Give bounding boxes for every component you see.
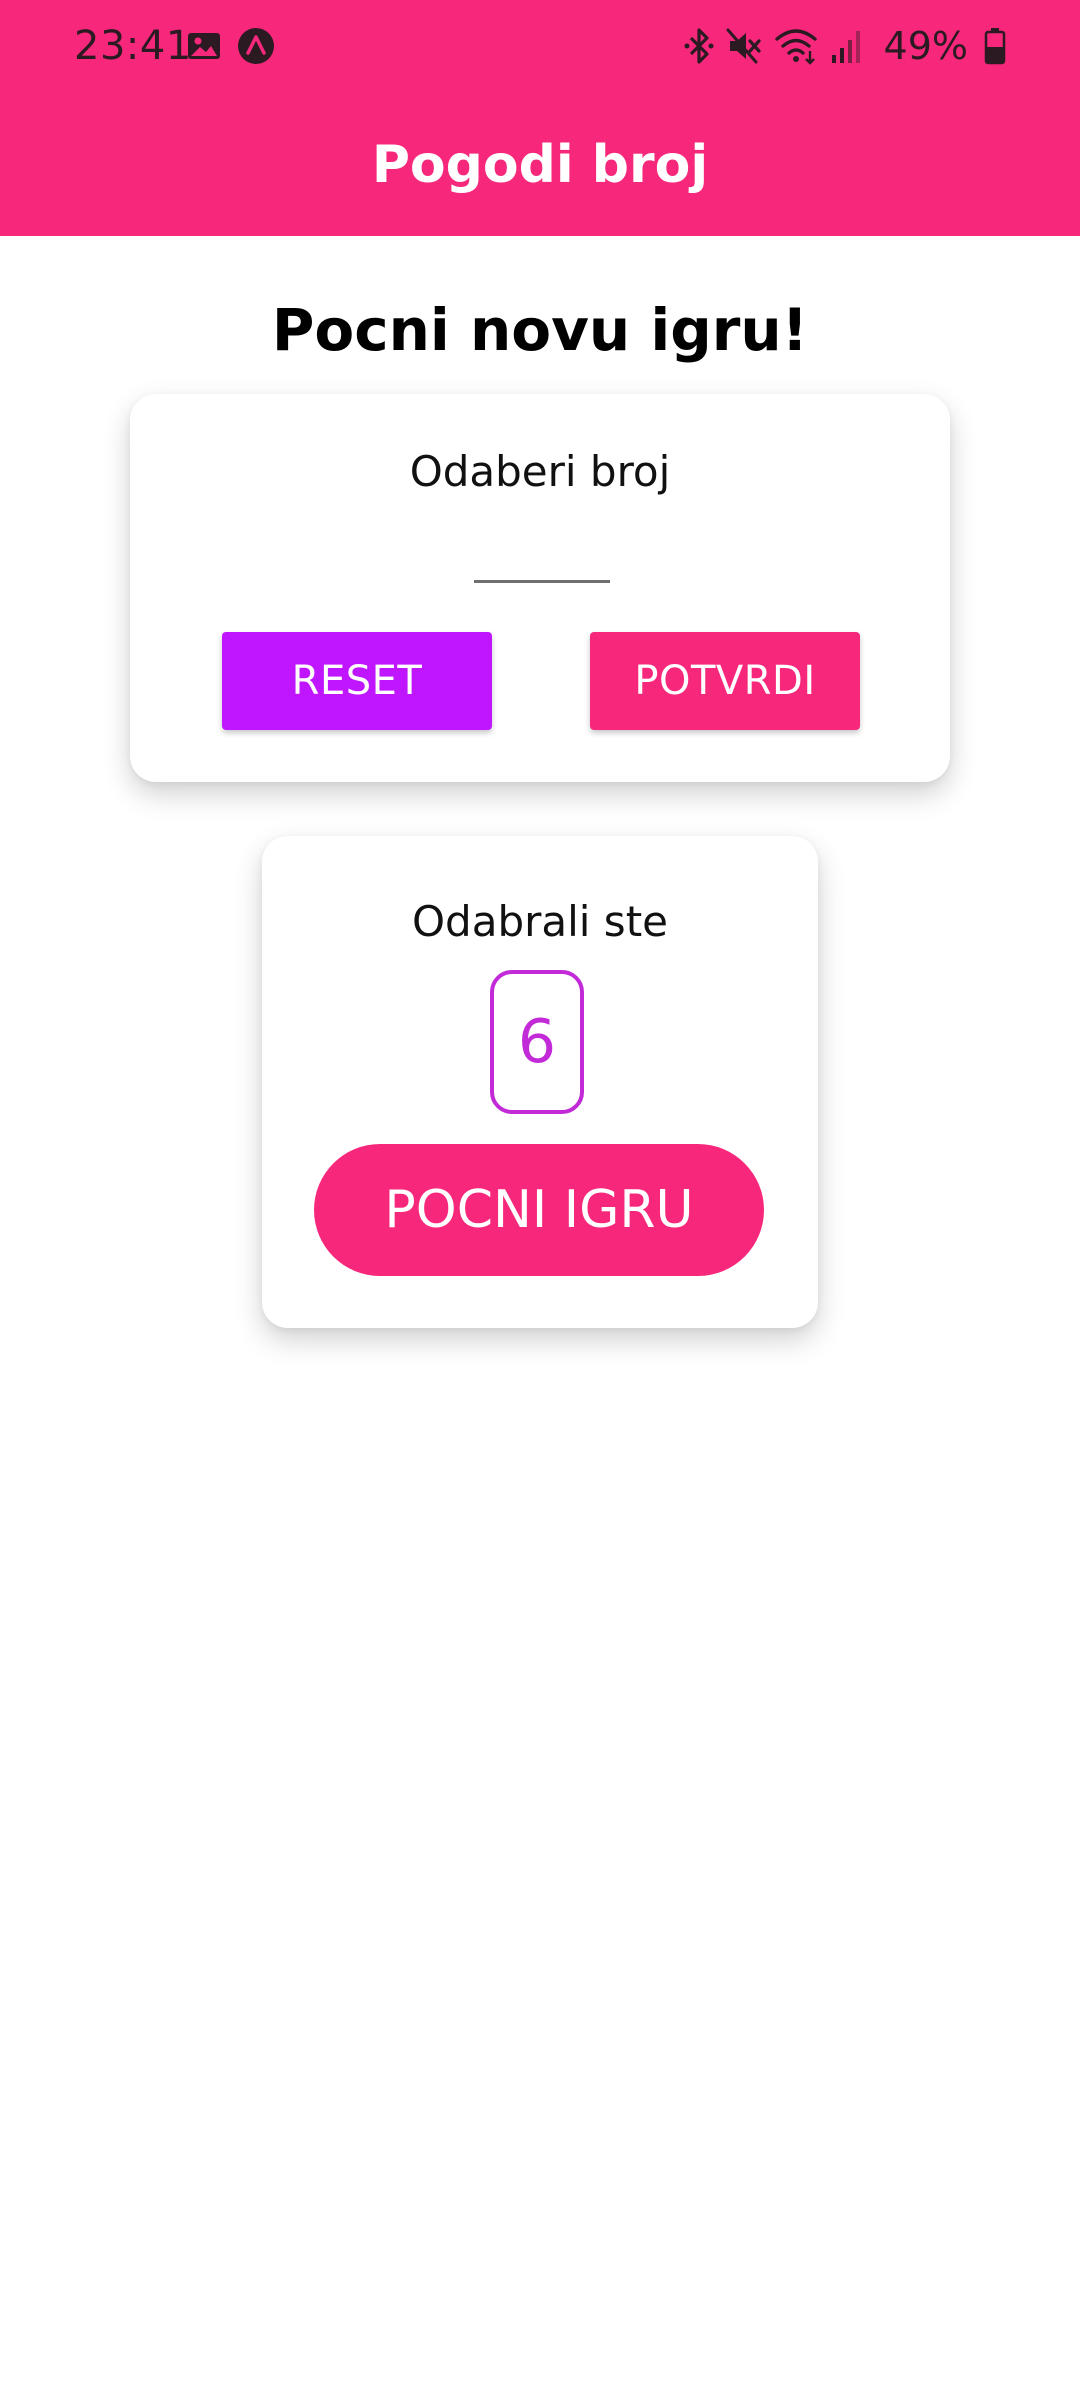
reset-button[interactable]: RESET	[222, 632, 492, 730]
page-heading: Pocni novu igru!	[271, 296, 809, 364]
battery-percentage: 49%	[883, 24, 968, 68]
status-bar: 23:41 49%	[0, 0, 1080, 92]
selected-number-card: Odabrali ste 6 POCNI IGRU	[262, 836, 818, 1328]
status-right: 49%	[684, 24, 1006, 68]
number-input-card: Odaberi broj RESET POTVRDI	[130, 394, 950, 782]
bluetooth-icon	[684, 27, 714, 65]
number-input[interactable]	[474, 506, 610, 583]
signal-icon	[830, 27, 864, 65]
start-game-button[interactable]: POCNI IGRU	[314, 1144, 764, 1276]
wifi-icon	[774, 27, 818, 65]
app-notification-icon	[236, 26, 276, 66]
selected-number: 6	[490, 970, 584, 1114]
status-time: 23:41	[74, 23, 192, 69]
app-header: 23:41 49% Pogodi broj	[0, 0, 1080, 236]
app-title: Pogodi broj	[371, 135, 709, 195]
choose-number-label: Odaberi broj	[409, 447, 671, 496]
status-left-icons	[186, 26, 276, 66]
mute-icon	[726, 27, 762, 65]
selected-label: Odabrali ste	[412, 897, 668, 946]
image-icon	[186, 30, 222, 62]
confirm-button[interactable]: POTVRDI	[590, 632, 860, 730]
battery-icon	[984, 27, 1006, 65]
